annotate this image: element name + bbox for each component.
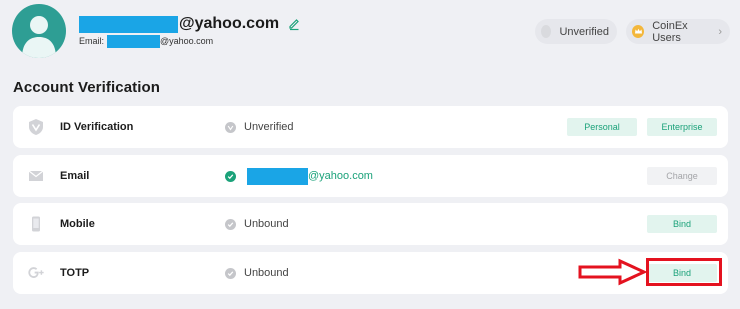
row-id-verification: ID Verification Unverified Personal Ente… xyxy=(13,106,728,148)
email-label: Email: xyxy=(79,36,105,46)
row-status: Unbound xyxy=(225,203,289,245)
row-status-text: Unbound xyxy=(244,267,289,279)
email-sub-domain: @yahoo.com xyxy=(160,36,214,46)
crown-icon xyxy=(632,25,645,38)
phone-icon xyxy=(27,215,45,233)
google-plus-icon xyxy=(27,264,45,282)
account-email-title: @yahoo.com xyxy=(79,14,301,34)
redacted-email-user xyxy=(79,15,178,33)
bind-totp-button[interactable]: Bind xyxy=(647,264,717,282)
shield-status-icon xyxy=(225,121,236,133)
row-email: Email @yahoo.com Change xyxy=(13,155,728,197)
check-icon xyxy=(225,218,236,230)
row-label: TOTP xyxy=(60,267,90,279)
id-shield-icon xyxy=(27,118,45,136)
row-status: Unverified xyxy=(225,106,294,148)
unverified-dot-icon xyxy=(541,25,552,38)
row-label: Mobile xyxy=(60,218,95,230)
row-status: Unbound xyxy=(225,252,289,294)
row-status-text: Unbound xyxy=(244,218,289,230)
row-label: Email xyxy=(60,170,90,182)
row-label: ID Verification xyxy=(60,121,134,133)
check-icon xyxy=(225,170,236,182)
redacted-email-user-row xyxy=(247,167,308,185)
check-icon xyxy=(225,267,236,279)
row-status-email: @yahoo.com xyxy=(308,170,373,182)
chevron-right-icon: › xyxy=(718,25,722,38)
bind-mobile-button[interactable]: Bind xyxy=(647,215,717,233)
unverified-badge[interactable]: Unverified xyxy=(535,19,617,44)
row-totp: TOTP Unbound Bind xyxy=(13,252,728,294)
coinex-users-badge[interactable]: CoinEx Users › xyxy=(626,19,730,44)
row-mobile: Mobile Unbound Bind xyxy=(13,203,728,245)
section-title: Account Verification xyxy=(13,79,161,96)
redacted-email-user-small xyxy=(107,34,161,48)
edit-icon[interactable] xyxy=(287,17,301,31)
enterprise-verify-button[interactable]: Enterprise xyxy=(647,118,717,136)
email-subline: Email: @yahoo.com xyxy=(79,34,213,48)
unverified-badge-label: Unverified xyxy=(559,25,609,38)
email-domain: @yahoo.com xyxy=(179,15,280,32)
personal-verify-button[interactable]: Personal xyxy=(567,118,637,136)
change-email-button[interactable]: Change xyxy=(647,167,717,185)
coinex-users-label: CoinEx Users xyxy=(652,19,688,44)
row-status: @yahoo.com xyxy=(225,155,373,197)
row-status-text: Unverified xyxy=(244,121,294,133)
avatar xyxy=(12,4,66,58)
mail-icon xyxy=(27,167,45,185)
